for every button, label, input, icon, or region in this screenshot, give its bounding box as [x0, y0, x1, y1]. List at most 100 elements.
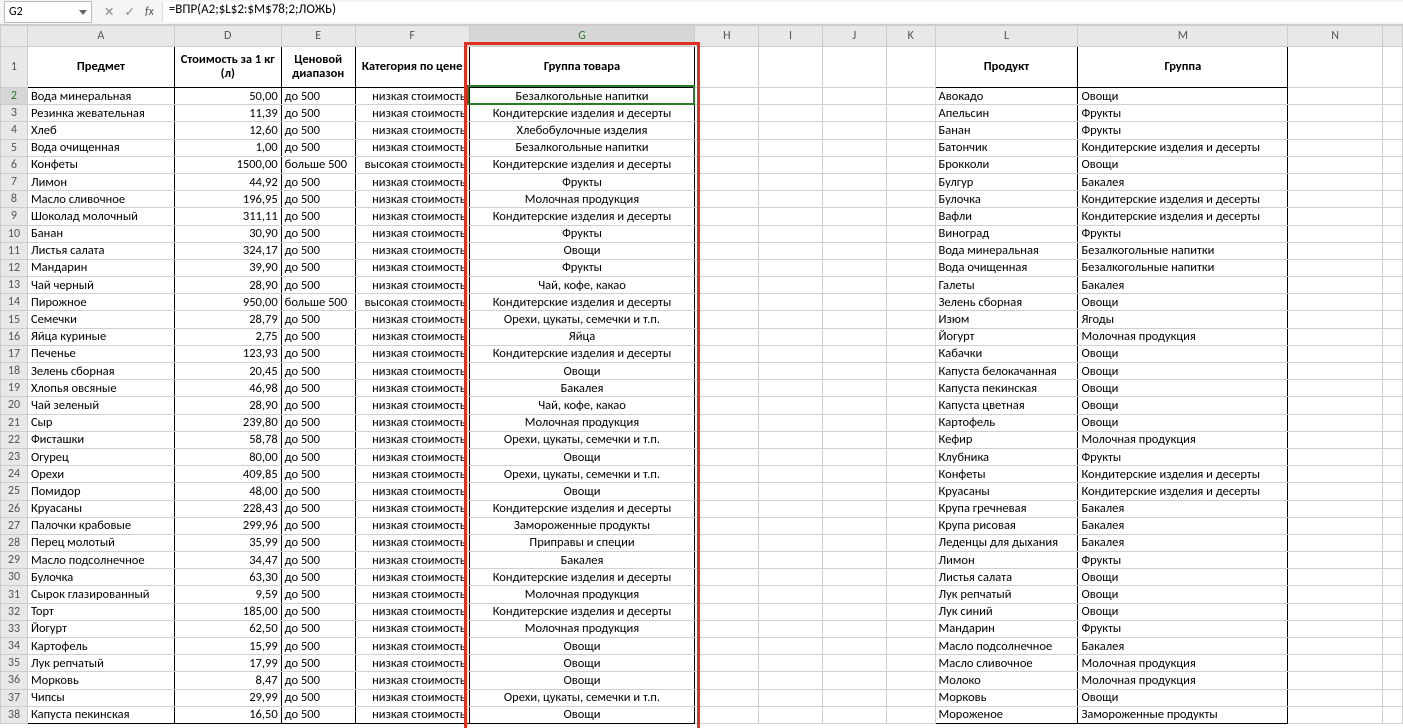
cell-A18[interactable]: Зелень сборная [27, 363, 174, 380]
row-header-18[interactable]: 18 [1, 363, 28, 380]
cell-M30[interactable]: Овощи [1078, 569, 1288, 586]
fx-icon[interactable]: fx [145, 5, 154, 19]
cell-H30[interactable] [695, 569, 759, 586]
header-cell-E[interactable]: Ценовой диапазон [281, 47, 355, 88]
cell-N7[interactable] [1288, 173, 1383, 190]
cell-M4[interactable]: Фрукты [1078, 122, 1288, 139]
cell-G10[interactable]: Фрукты [469, 225, 695, 242]
cell-G27[interactable]: Замороженные продукты [469, 517, 695, 534]
cell-I7[interactable] [759, 173, 823, 190]
cell-G12[interactable]: Фрукты [469, 259, 695, 276]
cell-I16[interactable] [759, 328, 823, 345]
col-header-K[interactable]: K [886, 26, 935, 47]
cell-D12[interactable]: 39,90 [174, 259, 281, 276]
cell-L38[interactable]: Мороженое [935, 706, 1078, 723]
cell-E32[interactable]: до 500 [281, 603, 355, 620]
cell-G13[interactable]: Чай, кофе, какао [469, 277, 695, 294]
cell-F10[interactable]: низкая стоимость [355, 225, 469, 242]
cell-J38[interactable] [822, 706, 886, 723]
cell-H34[interactable] [695, 638, 759, 655]
cell-G6[interactable]: Кондитерские изделия и десерты [469, 156, 695, 173]
cell-I36[interactable] [759, 672, 823, 689]
cell-K6[interactable] [886, 156, 935, 173]
cell-L10[interactable]: Виноград [935, 225, 1078, 242]
cell-27[interactable] [1382, 517, 1402, 534]
row-header-23[interactable]: 23 [1, 448, 28, 465]
cell-L15[interactable]: Изюм [935, 311, 1078, 328]
cell-A29[interactable]: Масло подсолнечное [27, 552, 174, 569]
cell-M17[interactable]: Овощи [1078, 345, 1288, 362]
cell-D24[interactable]: 409,85 [174, 466, 281, 483]
cell-L7[interactable]: Булгур [935, 173, 1078, 190]
cell-A17[interactable]: Печенье [27, 345, 174, 362]
cell-I22[interactable] [759, 431, 823, 448]
row-header-25[interactable]: 25 [1, 483, 28, 500]
cell-L4[interactable]: Банан [935, 122, 1078, 139]
cell-E15[interactable]: до 500 [281, 311, 355, 328]
cell-E20[interactable]: до 500 [281, 397, 355, 414]
cell-J14[interactable] [822, 294, 886, 311]
cell-G9[interactable]: Кондитерские изделия и десерты [469, 208, 695, 225]
cell-I20[interactable] [759, 397, 823, 414]
cell-F5[interactable]: низкая стоимость [355, 139, 469, 156]
cell-F18[interactable]: низкая стоимость [355, 363, 469, 380]
cell-N5[interactable] [1288, 139, 1383, 156]
select-all-corner[interactable] [1, 26, 28, 47]
row-header-3[interactable]: 3 [1, 105, 28, 122]
cell-G7[interactable]: Фрукты [469, 173, 695, 190]
cell-K38[interactable] [886, 706, 935, 723]
cell-D9[interactable]: 311,11 [174, 208, 281, 225]
row-header-38[interactable]: 38 [1, 706, 28, 723]
cell-E30[interactable]: до 500 [281, 569, 355, 586]
cell-G23[interactable]: Овощи [469, 448, 695, 465]
cell-K23[interactable] [886, 448, 935, 465]
cell-J19[interactable] [822, 380, 886, 397]
cell-F36[interactable]: низкая стоимость [355, 672, 469, 689]
cell-A12[interactable]: Мандарин [27, 259, 174, 276]
cell-A38[interactable]: Капуста пекинская [27, 706, 174, 723]
cell-N34[interactable] [1288, 638, 1383, 655]
cell-G25[interactable]: Овощи [469, 483, 695, 500]
cell-A3[interactable]: Резинка жевательная [27, 105, 174, 122]
cell-37[interactable] [1382, 689, 1402, 706]
cell-D4[interactable]: 12,60 [174, 122, 281, 139]
cell-L5[interactable]: Батончик [935, 139, 1078, 156]
cell-M3[interactable]: Фрукты [1078, 105, 1288, 122]
row-header-10[interactable]: 10 [1, 225, 28, 242]
cell-J25[interactable] [822, 483, 886, 500]
col-header-F[interactable]: F [355, 26, 469, 47]
cell-M6[interactable]: Овощи [1078, 156, 1288, 173]
cell-6[interactable] [1382, 156, 1402, 173]
cell-N30[interactable] [1288, 569, 1383, 586]
cell-G11[interactable]: Овощи [469, 242, 695, 259]
col-header-G[interactable]: G [469, 26, 695, 47]
cell-K26[interactable] [886, 500, 935, 517]
cell-L17[interactable]: Кабачки [935, 345, 1078, 362]
cell-M26[interactable]: Бакалея [1078, 500, 1288, 517]
row-header-17[interactable]: 17 [1, 345, 28, 362]
cell-F16[interactable]: низкая стоимость [355, 328, 469, 345]
cell-M8[interactable]: Кондитерские изделия и десерты [1078, 191, 1288, 208]
cell-F34[interactable]: низкая стоимость [355, 638, 469, 655]
row-header-34[interactable]: 34 [1, 638, 28, 655]
cell-M21[interactable]: Овощи [1078, 414, 1288, 431]
cell-D38[interactable]: 16,50 [174, 706, 281, 723]
cell-J2[interactable] [822, 88, 886, 105]
cell-L28[interactable]: Леденцы для дыхания [935, 534, 1078, 551]
cell-K34[interactable] [886, 638, 935, 655]
cell-G22[interactable]: Орехи, цукаты, семечки и т.п. [469, 431, 695, 448]
cell-J6[interactable] [822, 156, 886, 173]
cell-G33[interactable]: Молочная продукция [469, 620, 695, 637]
cell-G29[interactable]: Бакалея [469, 552, 695, 569]
cell-30[interactable] [1382, 569, 1402, 586]
cell-L6[interactable]: Брокколи [935, 156, 1078, 173]
cell-F6[interactable]: высокая стоимость [355, 156, 469, 173]
cell-M28[interactable]: Бакалея [1078, 534, 1288, 551]
cell-K30[interactable] [886, 569, 935, 586]
row-header-5[interactable]: 5 [1, 139, 28, 156]
cell-H3[interactable] [695, 105, 759, 122]
cell-K20[interactable] [886, 397, 935, 414]
row-header-30[interactable]: 30 [1, 569, 28, 586]
cell-I19[interactable] [759, 380, 823, 397]
cell-D17[interactable]: 123,93 [174, 345, 281, 362]
